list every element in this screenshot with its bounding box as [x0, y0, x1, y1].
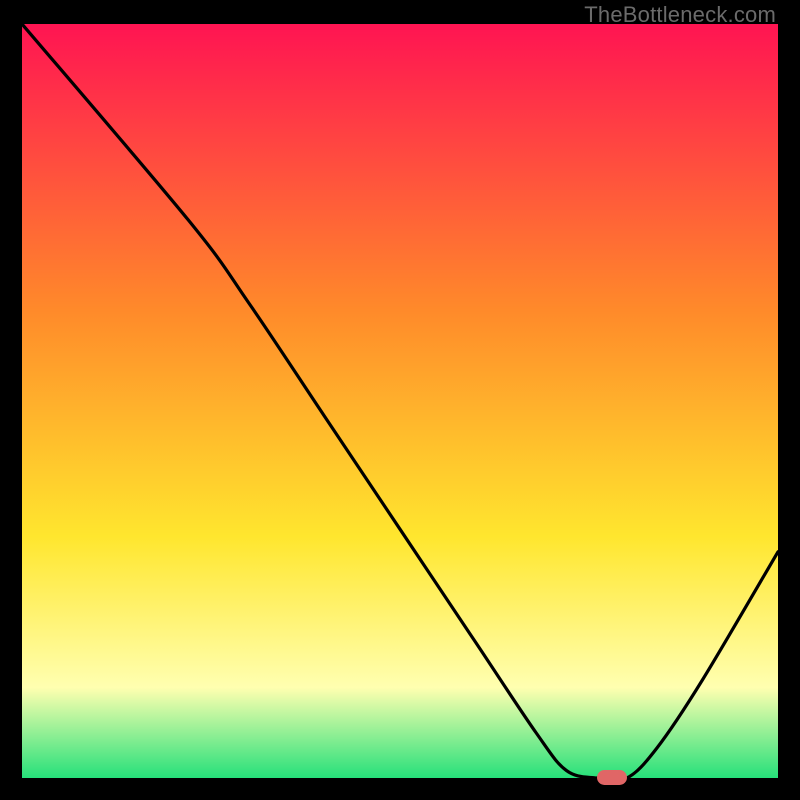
chart-background — [22, 24, 778, 778]
bottleneck-chart — [22, 24, 778, 778]
optimum-marker — [597, 770, 627, 785]
chart-frame — [22, 24, 778, 778]
